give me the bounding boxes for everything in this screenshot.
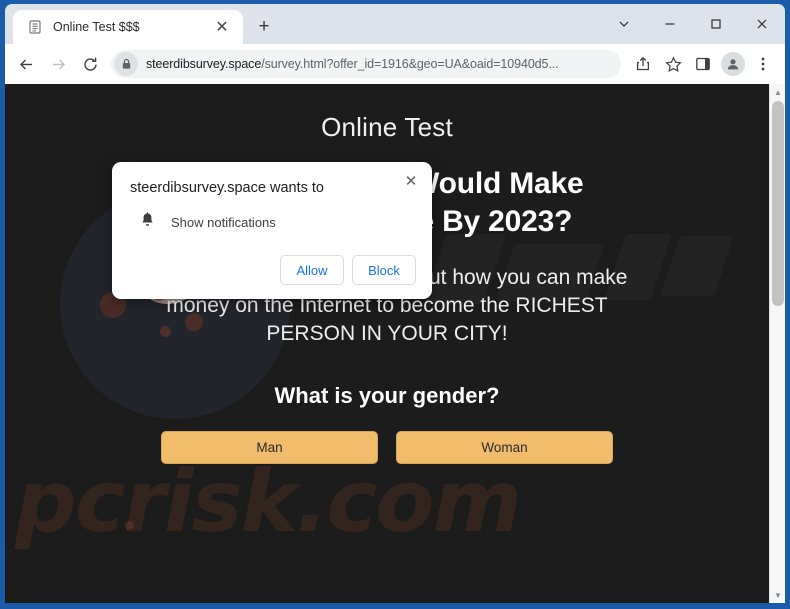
permission-label: Show notifications — [171, 215, 276, 230]
lock-icon[interactable] — [114, 52, 138, 76]
background-dot — [125, 521, 134, 530]
close-tab-icon[interactable]: ✕ — [209, 14, 235, 40]
page-viewport: pcrisk.com Online Test What Business Wou… — [5, 84, 785, 603]
close-window-icon[interactable] — [739, 4, 785, 44]
url-path: /survey.html?offer_id=1916&geo=UA&oaid=1… — [261, 57, 559, 71]
survey-question: What is your gender? — [274, 382, 500, 408]
back-button-icon[interactable] — [11, 49, 41, 79]
subhead-line-3: PERSON IN YOUR CITY! — [266, 322, 508, 346]
tab-title: Online Test $$$ — [53, 20, 140, 34]
answer-button-woman[interactable]: Woman — [396, 430, 613, 464]
maximize-icon[interactable] — [693, 4, 739, 44]
address-bar[interactable]: steerdibsurvey.space/survey.html?offer_i… — [111, 50, 621, 78]
url-text[interactable]: steerdibsurvey.space/survey.html?offer_i… — [138, 57, 617, 71]
bell-icon — [140, 212, 155, 233]
page-site-title: Online Test — [321, 112, 453, 142]
close-icon[interactable]: ✕ — [400, 170, 422, 192]
star-icon[interactable] — [659, 50, 687, 78]
scroll-up-arrow-icon[interactable]: ▲ — [770, 84, 785, 100]
side-panel-icon[interactable] — [689, 50, 717, 78]
window-controls — [601, 4, 785, 44]
url-domain: steerdibsurvey.space — [146, 57, 262, 71]
block-button[interactable]: Block — [352, 255, 416, 285]
forward-button-icon[interactable] — [43, 49, 73, 79]
permission-row: Show notifications — [130, 212, 416, 233]
browser-window: Online Test $$$ ✕ + steerdibsurvey.space… — [0, 0, 790, 609]
answer-button-man[interactable]: Man — [161, 430, 378, 464]
allow-button[interactable]: Allow — [280, 255, 344, 285]
survey-answers: Man Woman — [5, 430, 769, 464]
browser-tab[interactable]: Online Test $$$ ✕ — [13, 10, 243, 44]
permission-actions: Allow Block — [130, 255, 416, 287]
search-tabs-icon[interactable] — [601, 4, 647, 44]
share-icon[interactable] — [629, 50, 657, 78]
profile-avatar-icon[interactable] — [721, 52, 745, 76]
minimize-icon[interactable] — [647, 4, 693, 44]
scrollbar-thumb[interactable] — [772, 101, 784, 306]
page-content: pcrisk.com Online Test What Business Wou… — [5, 84, 769, 603]
page-scrollbar[interactable]: ▲ ▼ — [769, 84, 785, 603]
document-icon — [27, 19, 43, 35]
tab-strip: Online Test $$$ ✕ + — [5, 4, 785, 44]
scroll-down-arrow-icon[interactable]: ▼ — [770, 587, 785, 603]
permission-dialog-title: steerdibsurvey.space wants to — [130, 180, 324, 196]
three-dot-menu-icon[interactable] — [749, 50, 777, 78]
watermark-text: pcrisk.com — [15, 452, 522, 552]
notification-permission-dialog[interactable]: ✕ steerdibsurvey.space wants to Show not… — [112, 162, 432, 299]
new-tab-button[interactable]: + — [251, 14, 277, 40]
browser-toolbar: steerdibsurvey.space/survey.html?offer_i… — [5, 44, 785, 84]
reload-button-icon[interactable] — [75, 49, 105, 79]
